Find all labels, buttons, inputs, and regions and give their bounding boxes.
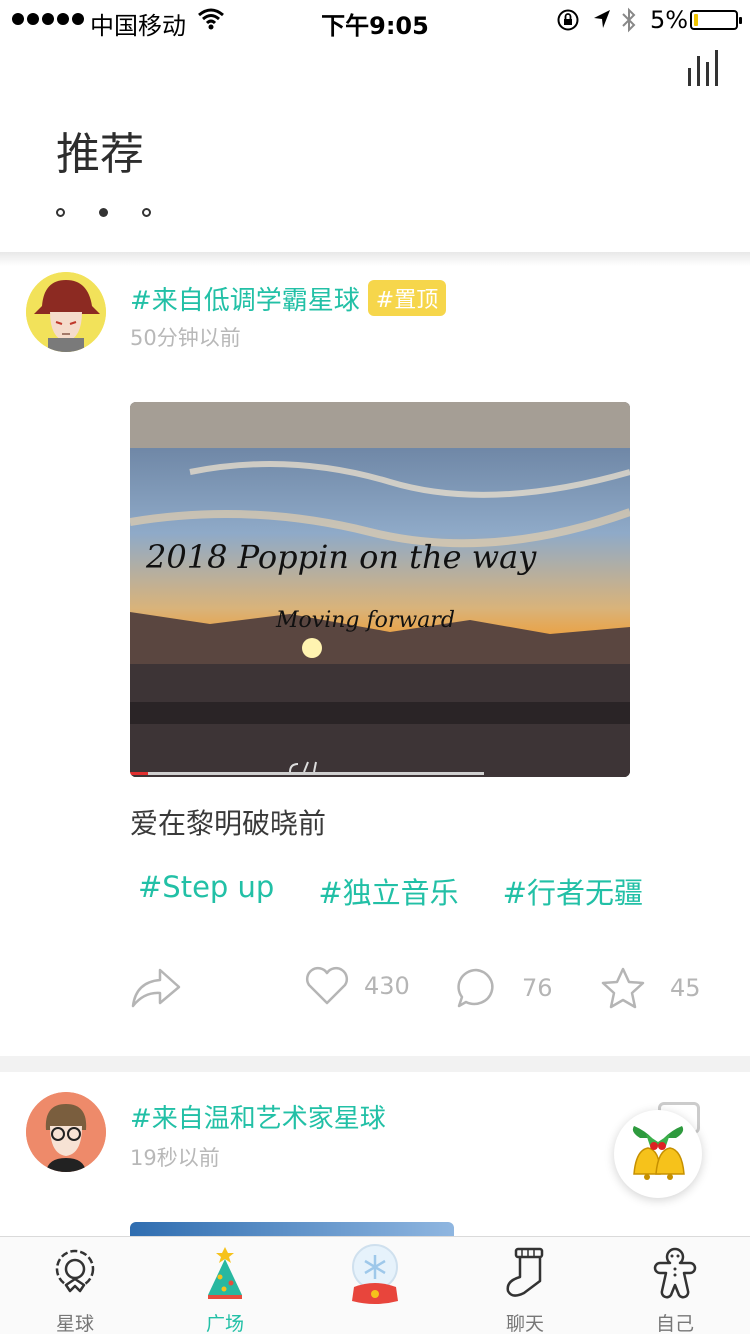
like-button[interactable]: 430 [304, 966, 410, 1006]
tag-link[interactable]: #独立音乐 [318, 870, 458, 912]
bluetooth-icon [622, 7, 636, 33]
bottom-tab-bar: 星球 广场 聊天 自己 [0, 1236, 750, 1334]
post-card[interactable]: #来自低调学霸星球 #置顶 50分钟以前 2018 Poppin on the … [0, 266, 750, 1056]
stocking-icon [506, 1247, 544, 1297]
post-divider [0, 1056, 750, 1072]
avatar[interactable] [26, 272, 106, 352]
christmas-bell-icon [632, 1126, 685, 1180]
tab-square[interactable]: 广场 [150, 1237, 300, 1334]
location-arrow-icon [594, 10, 610, 28]
battery-percentage: 5% [650, 6, 689, 34]
rotation-lock-icon [557, 9, 579, 31]
pinned-badge: #置顶 [367, 280, 447, 316]
comment-button[interactable]: 76 [454, 966, 553, 1010]
favorite-button[interactable]: 45 [600, 966, 701, 1010]
post-time: 50分钟以前 [130, 326, 241, 350]
page-dot-2[interactable] [99, 208, 108, 217]
post-actions: 430 76 45 [0, 966, 750, 1026]
tab-chat[interactable]: 聊天 [450, 1237, 600, 1334]
floating-bell-button[interactable] [614, 1110, 702, 1198]
header-shadow [0, 252, 750, 266]
tab-label: 自己 [655, 1313, 694, 1334]
avatar-illustration [26, 272, 106, 352]
equalizer-icon[interactable] [686, 50, 724, 86]
tag-link[interactable]: #Step up [138, 870, 274, 912]
page-header: 推荐 [0, 40, 750, 252]
topic-link[interactable]: #来自温和艺术家星球 [130, 1104, 386, 1134]
comment-bubble-icon [457, 968, 494, 1008]
comment-count: 76 [522, 974, 553, 1002]
tab-label: 星球 [55, 1313, 94, 1334]
avatar-illustration [26, 1092, 106, 1172]
media-thumbnail-partial[interactable] [130, 1222, 454, 1236]
snow-globe-icon [352, 1244, 398, 1304]
video-title: 2018 Poppin on the way [146, 538, 537, 576]
heart-icon [305, 966, 349, 1005]
avatar[interactable] [26, 1092, 106, 1172]
post-topic[interactable]: #来自温和艺术家星球 [130, 1098, 386, 1135]
page-dot-1[interactable] [56, 208, 65, 217]
christmas-tree-icon [208, 1247, 242, 1299]
post-tags: #Step up #独立音乐 #行者无疆 [138, 870, 643, 912]
sunset-image [130, 402, 630, 777]
post-time: 19秒以前 [130, 1146, 220, 1170]
tab-label: 聊天 [505, 1313, 544, 1334]
page-indicator[interactable] [56, 208, 151, 217]
gingerbread-man-icon [653, 1247, 697, 1299]
tab-me[interactable]: 自己 [600, 1237, 750, 1334]
share-button[interactable] [130, 966, 182, 1010]
favorite-count: 45 [670, 974, 701, 1002]
tab-center[interactable] [300, 1237, 450, 1334]
page-dot-3[interactable] [142, 208, 151, 217]
share-icon [131, 968, 181, 1008]
video-subtitle: Moving forward [276, 608, 455, 633]
tab-planet[interactable]: 星球 [0, 1237, 150, 1334]
post-caption: 爱在黎明破晓前 [130, 807, 327, 840]
star-icon [601, 967, 645, 1009]
wreath-icon [55, 1249, 95, 1293]
tab-label: 广场 [205, 1313, 244, 1334]
status-bar: 中国移动 下午9:05 5% [0, 0, 750, 40]
battery-icon [690, 10, 742, 30]
tag-link[interactable]: #行者无疆 [503, 870, 643, 912]
post-topic[interactable]: #来自低调学霸星球 #置顶 [130, 280, 447, 317]
video-thumbnail[interactable]: 2018 Poppin on the way Moving forward [130, 402, 630, 777]
topic-link[interactable]: #来自低调学霸星球 [130, 286, 360, 316]
like-count: 430 [364, 972, 410, 1000]
page-title: 推荐 [56, 129, 144, 180]
